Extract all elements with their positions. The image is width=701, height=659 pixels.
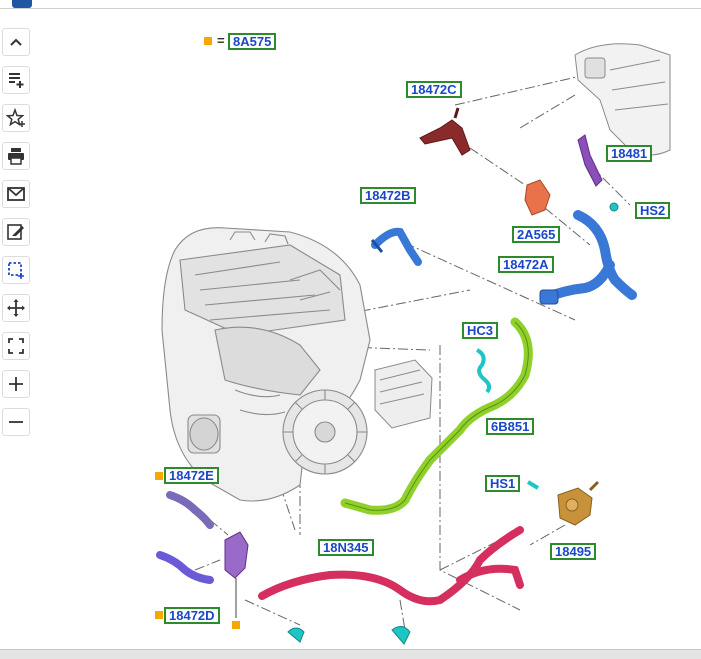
label-18472E[interactable]: 18472E <box>164 467 219 484</box>
clips-bottom <box>287 626 411 645</box>
valve-18495 <box>557 480 600 526</box>
legend-equals: = <box>217 33 225 48</box>
engine-block <box>161 227 371 502</box>
label-6B851[interactable]: 6B851 <box>486 418 535 435</box>
label-18481[interactable]: 18481 <box>606 145 653 162</box>
label-HS2[interactable]: HS2 <box>635 202 671 219</box>
hose-18472C <box>419 107 471 156</box>
label-18472C[interactable]: 18472C <box>406 81 462 98</box>
hose-18472E <box>166 491 214 529</box>
label-18N345[interactable]: 18N345 <box>318 539 374 556</box>
engine-fragment-top-right <box>574 43 671 156</box>
legend-label[interactable]: 8A575 <box>228 33 277 50</box>
label-18472A[interactable]: 18472A <box>498 256 554 273</box>
clip-HC3 <box>476 348 492 394</box>
pump-connector <box>224 531 249 618</box>
hose-18472B <box>370 227 422 266</box>
label-2A565[interactable]: 2A565 <box>512 226 561 243</box>
clip-HS2 <box>609 202 619 212</box>
bracket-2A565 <box>524 179 551 216</box>
label-HC3[interactable]: HC3 <box>462 322 499 339</box>
label-18472D[interactable]: 18472D <box>164 607 220 624</box>
label-18495[interactable]: 18495 <box>550 543 597 560</box>
clip-HS1 <box>526 480 540 490</box>
bracket-18481 <box>577 134 603 187</box>
label-18472B[interactable]: 18472B <box>360 187 416 204</box>
oil-cooler <box>374 359 433 429</box>
label-HS1[interactable]: HS1 <box>485 475 521 492</box>
